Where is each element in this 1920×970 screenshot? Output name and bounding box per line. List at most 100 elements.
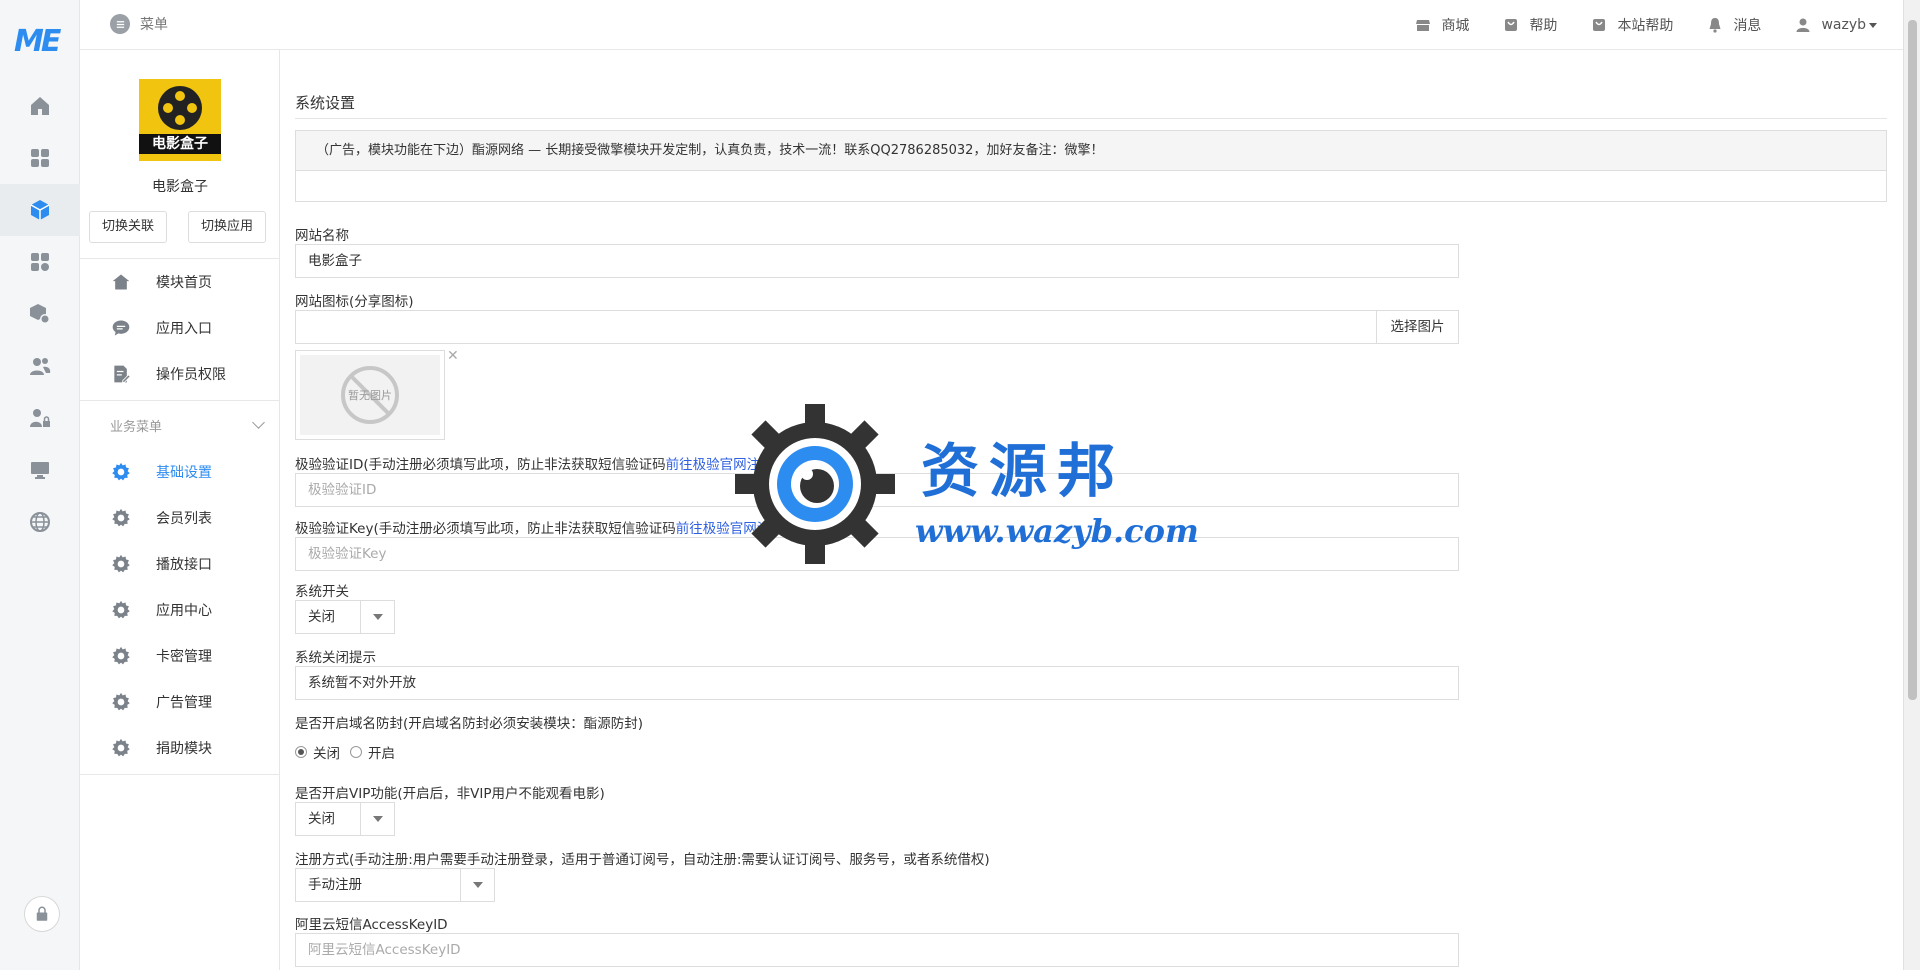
switch-link-button[interactable]: 切换关联 — [89, 211, 168, 243]
system-switch-label: 系统开关 — [295, 584, 349, 600]
module-sidebar: 电影盒子 电影盒子 切换关联 切换应用 模块首页 应用入口 操作员权限 业务菜单… — [80, 50, 280, 970]
help-link[interactable]: 帮助 — [1503, 15, 1557, 35]
shop-link[interactable]: 商城 — [1415, 15, 1469, 35]
geetest-register-link[interactable]: 前往极验官网注册ID — [676, 521, 798, 537]
user-lock-icon[interactable] — [0, 392, 80, 444]
domain-block-radios: 关闭 开启 — [295, 742, 395, 762]
menu-toggle-button[interactable]: 菜单 — [110, 14, 168, 34]
aliyun-key-input[interactable]: 阿里云短信AccessKeyID — [295, 933, 1459, 967]
sidebar-item-app-center[interactable]: 应用中心 — [80, 588, 280, 632]
choose-image-button[interactable]: 选择图片 — [1376, 310, 1459, 344]
chat-bubble-icon — [111, 318, 131, 338]
register-mode-select[interactable]: 手动注册 — [295, 868, 495, 902]
divider — [80, 258, 280, 259]
username: wazyb — [1821, 17, 1866, 33]
sidebar-item-label: 应用入口 — [156, 321, 212, 337]
site-name-input[interactable]: 电影盒子 — [295, 244, 1459, 278]
no-image-icon: 暂无图片 — [341, 366, 399, 424]
sidebar-item-module-home[interactable]: 模块首页 — [80, 260, 280, 304]
messages-label: 消息 — [1733, 18, 1762, 34]
divider — [80, 400, 280, 401]
chevron-down-icon[interactable] — [252, 416, 265, 429]
users-icon[interactable] — [0, 340, 80, 392]
geetest-register-link[interactable]: 前往极验官网注册ID — [666, 457, 788, 473]
switch-app-button[interactable]: 切换应用 — [188, 211, 267, 243]
vip-select[interactable]: 关闭 — [295, 802, 395, 836]
page-title: 系统设置 — [295, 94, 356, 112]
list-icon — [110, 14, 130, 34]
globe-icon[interactable] — [0, 496, 80, 548]
divider — [295, 118, 1887, 119]
icon-rail: ME — [0, 0, 80, 970]
register-mode-label: 注册方式(手动注册:用户需要手动注册登录，适用于普通订阅号，自动注册:需要认证订… — [295, 852, 990, 868]
module-logo-caption: 电影盒子 — [139, 134, 221, 154]
chevron-down-icon — [360, 803, 394, 835]
sidebar-item-donation[interactable]: 捐助模块 — [80, 726, 280, 770]
gear-icon — [111, 646, 131, 666]
apps-icon[interactable] — [0, 132, 80, 184]
sidebar-item-operator-permissions[interactable]: 操作员权限 — [80, 352, 280, 396]
site-icon-input[interactable] — [295, 310, 1377, 344]
geetest-key-label: 极验验证Key(手动注册必须填写此项，防止非法获取短信验证码前往极验官网注册ID… — [295, 521, 804, 537]
sidebar-item-label: 操作员权限 — [156, 367, 226, 383]
gear-icon — [111, 462, 131, 482]
geetest-key-input[interactable]: 极验验证Key — [295, 537, 1459, 571]
vertical-scrollbar[interactable] — [1903, 0, 1920, 970]
app-grid-plus-icon[interactable] — [0, 236, 80, 288]
gear-icon — [111, 508, 131, 528]
site-help-label: 本站帮助 — [1617, 18, 1674, 34]
sidebar-item-label: 基础设置 — [156, 465, 212, 481]
sidebar-item-member-list[interactable]: 会员列表 — [80, 496, 280, 540]
module-cube-icon[interactable] — [0, 184, 80, 236]
sidebar-item-label: 会员列表 — [156, 511, 212, 527]
sidebar-item-play-api[interactable]: 播放接口 — [80, 542, 280, 586]
vip-label: 是否开启VIP功能(开启后，非VIP用户不能观看电影) — [295, 786, 605, 802]
close-tip-input[interactable]: 系统暂不对外开放 — [295, 666, 1459, 700]
user-icon — [1796, 18, 1810, 32]
radio-off-label: 关闭 — [313, 746, 340, 762]
sidebar-item-app-entry[interactable]: 应用入口 — [80, 306, 280, 350]
system-switch-select[interactable]: 关闭 — [295, 600, 395, 634]
app-logo[interactable]: ME — [14, 24, 64, 60]
gear-icon — [111, 692, 131, 712]
ad-panel: （广告，模块功能在下边）酯源网络 — 长期接受微擎模块开发定制，认真负责，技术一… — [295, 130, 1887, 202]
radio-off[interactable] — [295, 746, 307, 758]
sidebar-item-label: 广告管理 — [156, 695, 212, 711]
menu-label: 菜单 — [140, 17, 168, 33]
top-bar: 菜单 商城 帮助 本站帮助 消息 wazyb — [80, 0, 1903, 50]
messages-link[interactable]: 消息 — [1707, 15, 1761, 35]
module-logo: 电影盒子 — [139, 79, 221, 161]
home-icon[interactable] — [0, 80, 80, 132]
bell-icon — [1709, 18, 1721, 33]
close-tip-label: 系统关闭提示 — [295, 650, 376, 666]
gear-icon — [111, 554, 131, 574]
site-name-label: 网站名称 — [295, 228, 349, 244]
package-settings-icon[interactable] — [0, 288, 80, 340]
bag-icon — [1593, 19, 1606, 31]
scrollbar-thumb[interactable] — [1908, 20, 1917, 700]
sidebar-item-ad-management[interactable]: 广告管理 — [80, 680, 280, 724]
radio-on[interactable] — [350, 746, 362, 758]
business-menu-title: 业务菜单 — [110, 420, 163, 435]
sidebar-item-card-management[interactable]: 卡密管理 — [80, 634, 280, 678]
geetest-id-label: 极验验证ID(手动注册必须填写此项，防止非法获取短信验证码前往极验官网注册ID) — [295, 457, 794, 473]
no-image-text: 暂无图片 — [348, 389, 392, 402]
radio-on-label: 开启 — [368, 746, 395, 762]
sidebar-item-label: 应用中心 — [156, 603, 212, 619]
remove-image-icon[interactable]: ✕ — [447, 348, 459, 364]
sidebar-item-label: 捐助模块 — [156, 741, 212, 757]
sidebar-item-basic-settings[interactable]: 基础设置 — [80, 450, 280, 494]
sidebar-item-label: 模块首页 — [156, 275, 212, 291]
site-help-link[interactable]: 本站帮助 — [1591, 15, 1673, 35]
user-menu[interactable]: wazyb — [1795, 17, 1877, 33]
module-name: 电影盒子 — [152, 179, 208, 195]
monitor-icon[interactable] — [0, 444, 80, 496]
geetest-id-input[interactable]: 极验验证ID — [295, 473, 1459, 507]
bag-icon — [1505, 19, 1518, 31]
lock-icon[interactable] — [24, 896, 60, 932]
ad-text: （广告，模块功能在下边）酯源网络 — 长期接受微擎模块开发定制，认真负责，技术一… — [296, 131, 1886, 171]
caret-down-icon — [1869, 22, 1877, 28]
divider — [80, 774, 280, 775]
settings-form: 系统设置 （广告，模块功能在下边）酯源网络 — 长期接受微擎模块开发定制，认真负… — [295, 50, 1890, 970]
film-reel-icon — [158, 86, 202, 130]
